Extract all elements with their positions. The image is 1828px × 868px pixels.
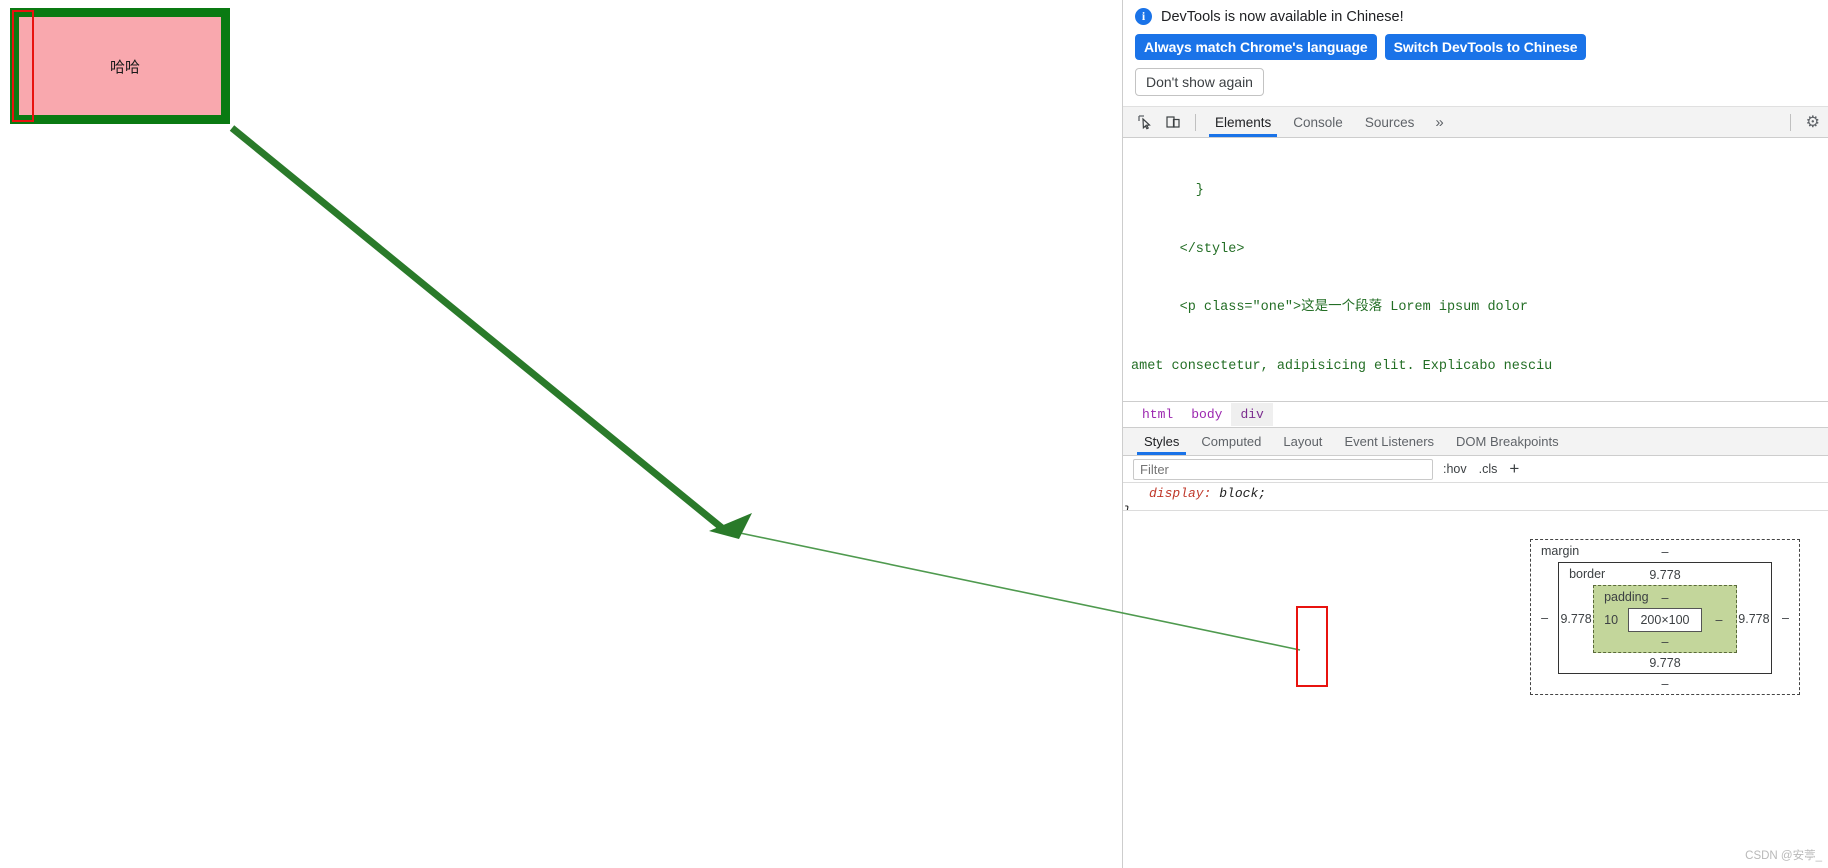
breadcrumb-item-div[interactable]: div (1231, 403, 1273, 426)
box-model-diagram: margin – – border 9.778 9.778 padding – (1123, 511, 1828, 695)
toolbar-divider (1195, 113, 1196, 131)
tab-sources[interactable]: Sources (1355, 107, 1425, 137)
annotation-red-box-padding-left (1296, 606, 1328, 687)
tab-layout[interactable]: Layout (1272, 428, 1333, 455)
inspect-element-icon[interactable] (1132, 110, 1158, 134)
box-model-content-size[interactable]: 200×100 (1628, 608, 1702, 632)
css-property-value[interactable]: block; (1219, 486, 1266, 501)
dom-line: amet consectetur, adipisicing elit. Expl… (1131, 358, 1553, 374)
notification-message: DevTools is now available in Chinese! (1161, 8, 1404, 25)
tab-dom-breakpoints[interactable]: DOM Breakpoints (1445, 428, 1570, 455)
browser-page-area: 哈哈 (0, 0, 1122, 868)
padding-left-value[interactable]: 10 (1594, 613, 1628, 627)
dom-line: </style> (1131, 241, 1245, 257)
switch-devtools-to-chinese-button[interactable]: Switch DevTools to Chinese (1384, 34, 1587, 60)
rendered-div-element: 哈哈 (10, 8, 230, 124)
styles-pane-tabs: Styles Computed Layout Event Listeners D… (1123, 428, 1828, 456)
cls-toggle-button[interactable]: .cls (1479, 462, 1498, 476)
margin-right-value[interactable]: – (1772, 611, 1799, 625)
tab-event-listeners[interactable]: Event Listeners (1333, 428, 1445, 455)
screenshot-root: 哈哈 i DevTools is now available in Chines… (0, 0, 1828, 868)
tab-elements[interactable]: Elements (1205, 107, 1281, 137)
padding-right-value[interactable]: – (1702, 613, 1736, 627)
tab-computed[interactable]: Computed (1190, 428, 1272, 455)
devtools-toolbar: Elements Console Sources » ⚙ (1123, 107, 1828, 138)
styles-filter-row: :hov .cls + (1123, 456, 1828, 483)
border-right-value[interactable]: 9.778 (1737, 612, 1771, 626)
breadcrumb-item-html[interactable]: html (1133, 403, 1182, 426)
tab-console-label: Console (1293, 114, 1343, 130)
watermark: CSDN @安葶_ (1745, 850, 1822, 862)
dom-tree: } </style> <p class="one">这是一个段落 Lorem i… (1123, 138, 1828, 401)
border-left-value[interactable]: 9.778 (1559, 612, 1593, 626)
dom-line: <p class="one">这是一个段落 Lorem ipsum dolor (1131, 300, 1528, 315)
dom-line: } (1131, 183, 1204, 198)
toolbar-divider-right (1789, 113, 1791, 131)
gear-icon[interactable]: ⚙ (1798, 112, 1828, 132)
dont-show-again-button[interactable]: Don't show again (1135, 68, 1264, 96)
filter-input[interactable] (1133, 458, 1433, 480)
devtools-panel: i DevTools is now available in Chinese! … (1122, 0, 1828, 868)
more-tabs-chevron-icon[interactable]: » (1426, 114, 1452, 131)
css-property-name[interactable]: display: (1123, 486, 1211, 501)
css-rule-snippet: display: block; } (1123, 483, 1828, 511)
margin-bottom-value[interactable]: – (1531, 674, 1799, 694)
info-icon: i (1135, 8, 1152, 25)
new-style-rule-button[interactable]: + (1509, 459, 1519, 479)
padding-bottom-value[interactable]: – (1594, 632, 1736, 652)
breadcrumb: html body div (1123, 401, 1828, 428)
device-toolbar-icon[interactable] (1160, 110, 1186, 134)
hov-toggle-button[interactable]: :hov (1443, 462, 1467, 476)
rendered-div-text: 哈哈 (109, 58, 140, 76)
box-model-border-box: border 9.778 9.778 padding – 10 200×100 … (1558, 562, 1772, 674)
tab-console[interactable]: Console (1283, 107, 1353, 137)
box-model-padding-box: padding – 10 200×100 – – (1593, 585, 1737, 653)
tab-elements-label: Elements (1215, 114, 1272, 130)
devtools-language-notification: i DevTools is now available in Chinese! … (1123, 0, 1828, 107)
annotation-red-box-page-padding (12, 10, 34, 122)
always-match-chrome-language-button[interactable]: Always match Chrome's language (1135, 34, 1377, 60)
tab-styles[interactable]: Styles (1133, 428, 1190, 455)
box-model-margin-box: margin – – border 9.778 9.778 padding – (1530, 539, 1800, 695)
tab-sources-label: Sources (1364, 114, 1415, 130)
margin-left-value[interactable]: – (1531, 611, 1558, 625)
css-closing-brace: } (1123, 503, 1828, 510)
border-bottom-value[interactable]: 9.778 (1559, 653, 1771, 673)
breadcrumb-item-body[interactable]: body (1182, 403, 1231, 426)
